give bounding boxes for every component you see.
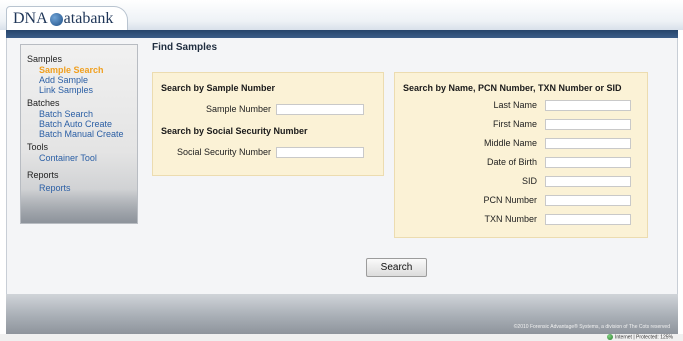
sidebar-group-batches: Batches: [27, 98, 60, 108]
sid-input[interactable]: [545, 176, 631, 187]
middle-name-input[interactable]: [545, 138, 631, 149]
label-txn-number: TXN Number: [484, 214, 537, 224]
sidebar-item-batch-manual-create[interactable]: Batch Manual Create: [27, 129, 137, 139]
label-first-name: First Name: [492, 119, 537, 129]
first-name-input[interactable]: [545, 119, 631, 130]
search-by-sample-panel: Search by Sample Number Sample Number Se…: [152, 72, 384, 176]
app-header: DNA atabank: [0, 0, 683, 30]
dna-swirl-icon: [49, 13, 63, 26]
heading-ssn: Search by Social Security Number: [161, 126, 308, 136]
sidebar-group-reports: Reports: [27, 170, 59, 180]
heading-name-search: Search by Name, PCN Number, TXN Number o…: [403, 83, 622, 93]
sidebar-item-sample-search[interactable]: Sample Search: [27, 65, 137, 75]
label-pcn-number: PCN Number: [483, 195, 537, 205]
label-ssn: Social Security Number: [176, 147, 271, 157]
sidebar-item-reports[interactable]: Reports: [27, 183, 137, 193]
label-sample-number: Sample Number: [205, 104, 271, 114]
label-last-name: Last Name: [493, 100, 537, 110]
search-by-name-panel: Search by Name, PCN Number, TXN Number o…: [394, 72, 648, 238]
label-date-of-birth: Date of Birth: [486, 157, 537, 167]
browser-status-bar: Internet | Protected: 125%: [0, 334, 683, 341]
page-title: Find Samples: [152, 42, 218, 53]
security-zone-status[interactable]: Internet | Protected: 125%: [606, 334, 673, 341]
sidebar-item-batch-search[interactable]: Batch Search: [27, 109, 137, 119]
label-middle-name: Middle Name: [483, 138, 537, 148]
ssn-input[interactable]: [276, 147, 364, 158]
logo-text-prefix: DNA: [13, 9, 48, 27]
heading-sample-number: Search by Sample Number: [161, 83, 276, 93]
sidebar: Samples Sample Search Add Sample Link Sa…: [20, 44, 138, 224]
sidebar-group-tools: Tools: [27, 142, 49, 152]
sidebar-group-samples: Samples: [27, 54, 63, 64]
globe-icon: [606, 334, 613, 340]
sidebar-item-batch-auto-create[interactable]: Batch Auto Create: [27, 119, 137, 129]
sidebar-item-container-tool[interactable]: Container Tool: [27, 153, 137, 163]
sidebar-item-link-samples[interactable]: Link Samples: [27, 85, 137, 95]
page-footer: ©2010 Forensic Advantage® Systems, a div…: [6, 294, 678, 334]
search-button[interactable]: Search: [366, 258, 427, 277]
app-logo[interactable]: DNA atabank: [6, 6, 129, 30]
sidebar-item-add-sample[interactable]: Add Sample: [27, 75, 137, 85]
txn-number-input[interactable]: [545, 214, 631, 225]
label-sid: SID: [521, 176, 537, 186]
sample-number-input[interactable]: [276, 104, 364, 115]
date-of-birth-input[interactable]: [545, 157, 631, 168]
pcn-number-input[interactable]: [545, 195, 631, 206]
nav-bar: [6, 30, 678, 38]
logo-text-suffix: atabank: [63, 9, 114, 27]
sidebar-shade: [21, 189, 137, 223]
zone-text: Internet | Protected: 125%: [614, 334, 673, 341]
last-name-input[interactable]: [545, 100, 631, 111]
copyright-text: ©2010 Forensic Advantage® Systems, a div…: [513, 324, 670, 330]
